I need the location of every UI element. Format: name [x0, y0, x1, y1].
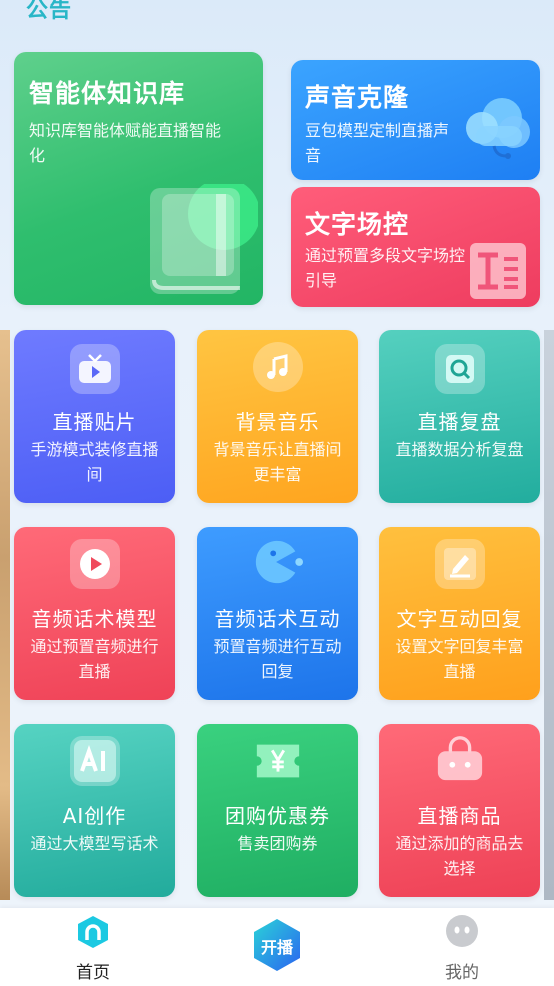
music-note-icon	[252, 342, 303, 392]
nav-item-mine[interactable]: 我的	[412, 908, 512, 986]
tile-text-interaction[interactable]: 文字互动回复 设置文字回复丰富直播	[379, 527, 540, 700]
go-live-button[interactable]: 开播	[250, 918, 304, 972]
tile-description: 通过添加的商品去选择	[395, 834, 524, 878]
card-title: 文字场控	[305, 210, 410, 239]
tile-audio-interaction[interactable]: 音频话术互动 预置音频进行互动回复	[197, 527, 358, 700]
tile-audio-script-model[interactable]: 音频话术模型 通过预置音频进行直播	[14, 527, 175, 700]
tile-title: AI创作	[62, 804, 127, 828]
tile-description: 直播数据分析复盘	[395, 440, 524, 459]
play-circle-icon	[69, 539, 120, 589]
tile-title: 音频话术互动	[214, 607, 341, 631]
background-strip-right	[544, 330, 554, 900]
tile-description: 预置音频进行互动回复	[213, 637, 342, 681]
book-icon	[148, 178, 260, 299]
tile-ai-creation[interactable]: AI创作 通过大模型写话术	[14, 724, 175, 897]
card-description: 豆包模型定制直播声音	[305, 121, 450, 165]
headset-cloud-icon	[458, 90, 536, 168]
tile-description: 通过预置音频进行直播	[30, 637, 159, 681]
magnifier-icon	[434, 344, 485, 394]
home-icon	[75, 914, 111, 950]
nav-label-home: 首页	[76, 963, 110, 983]
ai-icon	[69, 736, 120, 786]
text-format-icon	[468, 241, 528, 301]
tile-title: 背景音乐	[235, 410, 320, 434]
announcement-label: 公告	[26, 0, 73, 23]
background-strip-left	[0, 330, 10, 900]
tile-group-coupon[interactable]: 团购优惠券 售卖团购券	[197, 724, 358, 897]
pen-icon	[434, 539, 485, 589]
go-live-label: 开播	[260, 938, 293, 957]
card-knowledge-base[interactable]: 智能体知识库 知识库智能体赋能直播智能化	[14, 52, 263, 305]
tile-title: 团购优惠券	[225, 804, 330, 828]
card-voice-clone[interactable]: 声音克隆 豆包模型定制直播声音	[291, 60, 540, 180]
tile-title: 音频话术模型	[31, 607, 158, 631]
tile-title: 直播商品	[417, 804, 502, 828]
tile-title: 直播复盘	[417, 410, 502, 434]
tile-description: 手游模式装修直播间	[30, 440, 159, 484]
tile-title: 文字互动回复	[396, 607, 523, 631]
bottom-nav: 首页 开播 我的	[0, 908, 554, 986]
tile-description: 设置文字回复丰富直播	[395, 637, 524, 681]
nav-label-mine: 我的	[445, 963, 479, 983]
tile-live-overlay[interactable]: 直播贴片 手游模式装修直播间	[14, 330, 175, 503]
coupon-icon	[253, 736, 303, 786]
tile-description: 背景音乐让直播间更丰富	[213, 440, 342, 484]
tile-title: 直播贴片	[52, 410, 137, 434]
tile-live-review[interactable]: 直播复盘 直播数据分析复盘	[379, 330, 540, 503]
tv-play-icon	[69, 344, 120, 394]
shopping-bag-icon	[435, 734, 485, 784]
tile-live-products[interactable]: 直播商品 通过添加的商品去选择	[379, 724, 540, 897]
profile-bubble-icon	[444, 914, 480, 950]
card-text-control[interactable]: 文字场控 通过预置多段文字场控引导	[291, 187, 540, 307]
tile-description: 通过大模型写话术	[30, 834, 159, 853]
nav-item-home[interactable]: 首页	[43, 908, 143, 986]
tile-background-music[interactable]: 背景音乐 背景音乐让直播间更丰富	[197, 330, 358, 503]
pacman-icon	[253, 537, 303, 587]
card-description: 知识库智能体赋能直播智能化	[29, 121, 222, 165]
tile-description: 售卖团购券	[237, 834, 318, 853]
card-title: 智能体知识库	[29, 79, 186, 108]
card-description: 通过预置多段文字场控引导	[305, 246, 466, 290]
card-title: 声音克隆	[305, 83, 410, 112]
